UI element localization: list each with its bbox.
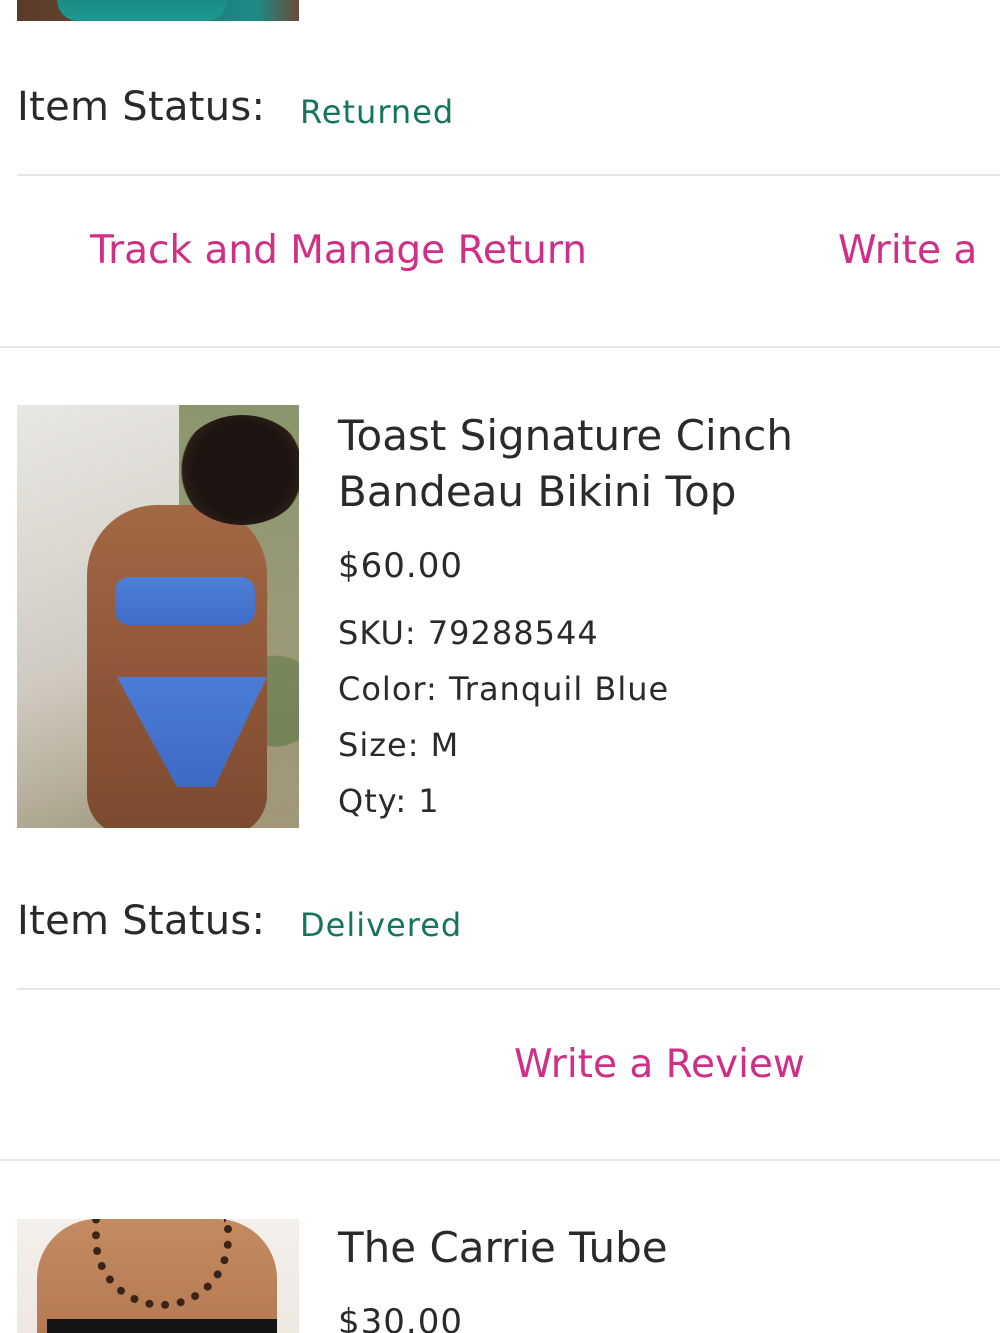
write-review-link-truncated[interactable]: Write a <box>838 228 977 273</box>
product-qty: Qty: 1 <box>338 782 440 820</box>
swimsuit-fabric <box>57 0 227 21</box>
product-price: $60.00 <box>338 546 463 586</box>
product-size: Size: M <box>338 726 460 764</box>
item-status-returned: Returned <box>300 93 455 131</box>
product-color: Color: Tranquil Blue <box>338 670 670 708</box>
divider <box>17 988 1000 990</box>
item-status-label: Item Status: <box>17 898 266 944</box>
section-divider <box>0 346 1000 348</box>
divider <box>17 174 1000 176</box>
product-image-item-1[interactable] <box>17 0 299 21</box>
model-hair <box>177 415 299 525</box>
product-price: $30.00 <box>338 1302 463 1333</box>
track-manage-return-link[interactable]: Track and Manage Return <box>90 228 587 273</box>
product-image-bandeau-bikini-top[interactable] <box>17 405 299 828</box>
section-divider <box>0 1159 1000 1161</box>
product-title[interactable]: The Carrie Tube <box>338 1220 978 1276</box>
product-title[interactable]: Toast Signature Cinch Bandeau Bikini Top <box>338 408 978 520</box>
product-sku: SKU: 79288544 <box>338 614 599 652</box>
item-status-delivered: Delivered <box>300 906 463 944</box>
tube-top <box>47 1319 277 1333</box>
product-image-carrie-tube[interactable] <box>17 1219 299 1333</box>
bikini-top <box>115 577 255 625</box>
write-review-link[interactable]: Write a Review <box>514 1042 805 1087</box>
item-status-label: Item Status: <box>17 84 266 130</box>
order-items-page: Item Status: Returned Track and Manage R… <box>0 0 1000 1333</box>
